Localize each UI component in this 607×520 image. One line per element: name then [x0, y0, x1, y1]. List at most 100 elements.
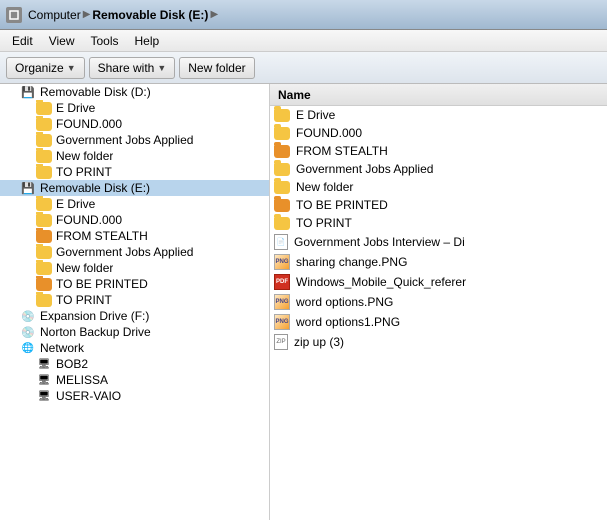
file-label-zipup3: zip up (3) — [294, 335, 344, 349]
menu-edit[interactable]: Edit — [4, 32, 41, 50]
folder-icon-tobeprinted-e — [36, 278, 52, 291]
folder-icon-found-e — [36, 214, 52, 227]
share-with-button[interactable]: Share with ▼ — [89, 57, 176, 79]
tree-label-gov-e: Government Jobs Applied — [56, 245, 193, 259]
tree-label-user-vaio: USER-VAIO — [56, 389, 121, 403]
tree-item-gov-e[interactable]: Government Jobs Applied — [0, 244, 269, 260]
folder-icon-toprint-d — [36, 166, 52, 179]
list-item[interactable]: 📄 Government Jobs Interview – Di — [270, 232, 607, 252]
png-icon-sharing: PNG — [274, 254, 290, 270]
network-icon: 🌐 — [20, 342, 36, 355]
network-pc-icon-vaio: 🖥 — [36, 390, 52, 403]
list-item[interactable]: TO PRINT — [270, 214, 607, 232]
tree-item-melissa[interactable]: 🖥 MELISSA — [0, 372, 269, 388]
folder-icon-newfolder-d — [36, 150, 52, 163]
tree-label-network: Network — [40, 341, 84, 355]
folder-icon-toprint — [274, 217, 290, 230]
file-label-gov-interview: Government Jobs Interview – Di — [294, 235, 465, 249]
main-area: 💾 Removable Disk (D:) E Drive FOUND.000 … — [0, 84, 607, 520]
share-dropdown-icon: ▼ — [157, 63, 166, 73]
tree-item-removable-d[interactable]: 💾 Removable Disk (D:) — [0, 84, 269, 100]
tree-item-toprint-e[interactable]: TO PRINT — [0, 292, 269, 308]
tree-item-gov-d[interactable]: Government Jobs Applied — [0, 132, 269, 148]
network-pc-icon-melissa: 🖥 — [36, 374, 52, 387]
organize-label: Organize — [15, 61, 64, 75]
breadcrumb-computer[interactable]: Computer — [28, 8, 81, 22]
list-item[interactable]: Government Jobs Applied — [270, 160, 607, 178]
tree-label-newfolder-e: New folder — [56, 261, 113, 275]
tree-label-edrive-e: E Drive — [56, 197, 95, 211]
folder-icon-newfolder — [274, 181, 290, 194]
drive-icon-d: 💾 — [20, 86, 36, 99]
tree-label-bob2: BOB2 — [56, 357, 88, 371]
tree-item-found-e[interactable]: FOUND.000 — [0, 212, 269, 228]
tree-label-removable-e: Removable Disk (E:) — [40, 181, 150, 195]
list-item[interactable]: E Drive — [270, 106, 607, 124]
list-item[interactable]: PNG sharing change.PNG — [270, 252, 607, 272]
png-icon-word-options1: PNG — [274, 314, 290, 330]
file-label-windows-mobile: Windows_Mobile_Quick_referer — [296, 275, 466, 289]
menu-tools[interactable]: Tools — [82, 32, 126, 50]
folder-icon-gov-d — [36, 134, 52, 147]
file-label-word-options: word options.PNG — [296, 295, 393, 309]
tree-item-fromstealth-e[interactable]: FROM STEALTH — [0, 228, 269, 244]
breadcrumb-drive[interactable]: Removable Disk (E:) — [92, 8, 208, 22]
tree-item-edrive-d[interactable]: E Drive — [0, 100, 269, 116]
list-item[interactable]: PNG word options1.PNG — [270, 312, 607, 332]
tree-item-newfolder-d[interactable]: New folder — [0, 148, 269, 164]
file-label-newfolder: New folder — [296, 180, 353, 194]
tree-label-expansion-f: Expansion Drive (F:) — [40, 309, 149, 323]
share-with-label: Share with — [98, 61, 155, 75]
tree-label-gov-d: Government Jobs Applied — [56, 133, 193, 147]
tree-label-melissa: MELISSA — [56, 373, 108, 387]
file-label-found: FOUND.000 — [296, 126, 362, 140]
list-item[interactable]: PNG word options.PNG — [270, 292, 607, 312]
list-item[interactable]: FOUND.000 — [270, 124, 607, 142]
menu-bar: Edit View Tools Help — [0, 30, 607, 52]
list-item[interactable]: ZIP zip up (3) — [270, 332, 607, 352]
drive-icon-f: 💿 — [20, 310, 36, 323]
png-icon-word-options: PNG — [274, 294, 290, 310]
tree-label-tobeprinted-e: TO BE PRINTED — [56, 277, 148, 291]
tree-item-tobeprinted-e[interactable]: TO BE PRINTED — [0, 276, 269, 292]
tree-item-norton[interactable]: 💿 Norton Backup Drive — [0, 324, 269, 340]
title-bar: Computer ▶ Removable Disk (E:) ▶ — [0, 0, 607, 30]
tree-item-newfolder-e[interactable]: New folder — [0, 260, 269, 276]
menu-help[interactable]: Help — [127, 32, 168, 50]
list-item[interactable]: PDF Windows_Mobile_Quick_referer — [270, 272, 607, 292]
list-item[interactable]: New folder — [270, 178, 607, 196]
tree-item-bob2[interactable]: 🖥 BOB2 — [0, 356, 269, 372]
file-label-gov-jobs: Government Jobs Applied — [296, 162, 433, 176]
tree-item-expansion-f[interactable]: 💿 Expansion Drive (F:) — [0, 308, 269, 324]
tree-label-removable-d: Removable Disk (D:) — [40, 85, 151, 99]
column-name-header: Name — [274, 88, 603, 102]
file-label-fromstealth: FROM STEALTH — [296, 144, 388, 158]
organize-button[interactable]: Organize ▼ — [6, 57, 85, 79]
tree-item-found-d[interactable]: FOUND.000 — [0, 116, 269, 132]
list-item[interactable]: FROM STEALTH — [270, 142, 607, 160]
tree-label-found-e: FOUND.000 — [56, 213, 122, 227]
file-label-word-options1: word options1.PNG — [296, 315, 400, 329]
breadcrumb-sep2: ▶ — [210, 9, 218, 20]
file-label-sharing: sharing change.PNG — [296, 255, 407, 269]
tree-item-user-vaio[interactable]: 🖥 USER-VAIO — [0, 388, 269, 404]
left-tree-panel[interactable]: 💾 Removable Disk (D:) E Drive FOUND.000 … — [0, 84, 270, 520]
file-label-tobeprinted: TO BE PRINTED — [296, 198, 388, 212]
tree-item-network[interactable]: 🌐 Network — [0, 340, 269, 356]
folder-icon-edrive — [274, 109, 290, 122]
file-label-toprint: TO PRINT — [296, 216, 352, 230]
breadcrumb[interactable]: Computer ▶ Removable Disk (E:) ▶ — [28, 8, 218, 22]
doc-icon-gov-interview: 📄 — [274, 234, 288, 250]
menu-view[interactable]: View — [41, 32, 83, 50]
drive-icon-norton: 💿 — [20, 326, 36, 339]
tree-item-removable-e[interactable]: 💾 Removable Disk (E:) — [0, 180, 269, 196]
zip-icon-zipup3: ZIP — [274, 334, 288, 350]
right-file-panel[interactable]: Name E Drive FOUND.000 FROM STEALTH Gove… — [270, 84, 607, 520]
tree-item-toprint-d[interactable]: TO PRINT — [0, 164, 269, 180]
new-folder-button[interactable]: New folder — [179, 57, 254, 79]
folder-icon-toprint-e — [36, 294, 52, 307]
tree-item-edrive-e[interactable]: E Drive — [0, 196, 269, 212]
folder-icon-found-d — [36, 118, 52, 131]
new-folder-label: New folder — [188, 61, 245, 75]
list-item[interactable]: TO BE PRINTED — [270, 196, 607, 214]
